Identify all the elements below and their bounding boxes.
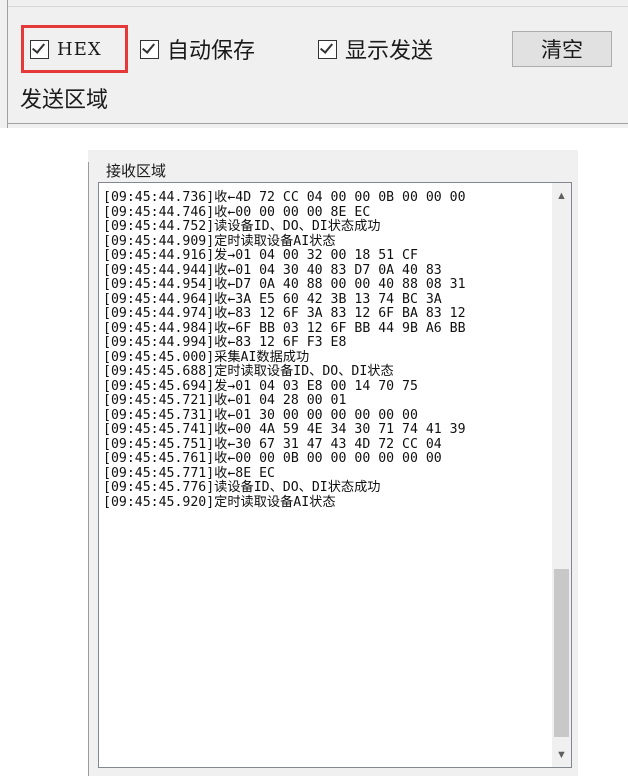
vertical-scrollbar[interactable]: ▲ ▼: [552, 183, 571, 767]
log-line: [09:45:44.994]收←83 12 6F F3 E8: [103, 335, 347, 350]
log-line: [09:45:45.741]收←00 4A 59 4E 34 30 71 74 …: [103, 422, 466, 437]
log-line: [09:45:45.776]读设备ID、DO、DI状态成功: [103, 480, 381, 495]
log-line: [09:45:45.688]定时读取设备ID、DO、DI状态: [103, 364, 394, 379]
show-send-checkbox[interactable]: 显示发送: [318, 34, 433, 64]
log-line: [09:45:44.746]收←00 00 00 00 8E EC: [103, 204, 371, 220]
log-line: [09:45:45.920]定时读取设备AI状态: [103, 494, 336, 510]
auto-save-checkbox[interactable]: 自动保存: [140, 34, 255, 64]
show-send-label: 显示发送: [345, 38, 434, 63]
log-line: [09:45:44.944]收←01 04 30 40 83 D7 0A 40 …: [103, 262, 442, 278]
checkbox-checked-icon: [140, 39, 159, 59]
receive-area-label: 接收区域: [106, 163, 167, 180]
log-line: [09:45:44.909]定时读取设备AI状态: [103, 233, 336, 249]
log-line: [09:45:45.751]收←30 67 31 47 43 4D 72 CC …: [103, 436, 442, 452]
send-options-panel: HEX 自动保存 显示发送 清空 发送区域: [0, 0, 628, 128]
checkbox-checked-icon: [318, 39, 337, 59]
clear-button[interactable]: 清空: [512, 31, 612, 67]
receive-area-panel: 接收区域 [09:45:44.736]收←4D 72 CC 04 00 00 0…: [88, 150, 578, 776]
hex-highlight-box: [21, 25, 128, 73]
scroll-thumb[interactable]: [554, 569, 569, 737]
log-line: [09:45:44.974]收←83 12 6F 3A 83 12 6F BA …: [103, 306, 466, 321]
panel-top-divider: [8, 6, 628, 7]
log-line: [09:45:44.736]收←4D 72 CC 04 00 00 0B 00 …: [103, 190, 466, 205]
scroll-up-icon[interactable]: ▲: [552, 187, 571, 204]
receive-panel-left-border: [88, 162, 89, 776]
receive-log-content: [09:45:44.736]收←4D 72 CC 04 00 00 0B 00 …: [103, 190, 543, 510]
log-line: [09:45:44.916]发→01 04 00 32 00 18 51 CF: [103, 248, 418, 263]
send-area-label: 发送区域: [20, 87, 109, 112]
log-line: [09:45:44.964]收←3A E5 60 42 3B 13 74 BC …: [103, 291, 442, 307]
log-line: [09:45:45.694]发→01 04 03 E8 00 14 70 75: [103, 378, 418, 394]
log-line: [09:45:45.731]收←01 30 00 00 00 00 00 00: [103, 407, 418, 423]
log-line: [09:45:44.954]收←D7 0A 40 88 00 00 40 88 …: [103, 277, 466, 292]
log-line: [09:45:45.000]采集AI数据成功: [103, 349, 310, 365]
log-line: [09:45:44.984]收←6F BB 03 12 6F BB 44 9B …: [103, 320, 466, 336]
panel-left-border: [7, 0, 8, 128]
receive-log-textbox[interactable]: [09:45:44.736]收←4D 72 CC 04 00 00 0B 00 …: [98, 182, 572, 768]
scroll-down-icon[interactable]: ▼: [552, 746, 571, 763]
auto-save-label: 自动保存: [167, 38, 256, 63]
log-line: [09:45:44.752]读设备ID、DO、DI状态成功: [103, 219, 381, 234]
log-line: [09:45:45.721]收←01 04 28 00 01: [103, 393, 347, 408]
log-line: [09:45:45.761]收←00 00 0B 00 00 00 00 00 …: [103, 451, 442, 466]
log-line: [09:45:45.771]收←8E EC: [103, 465, 275, 481]
send-area-divider: [8, 123, 628, 124]
